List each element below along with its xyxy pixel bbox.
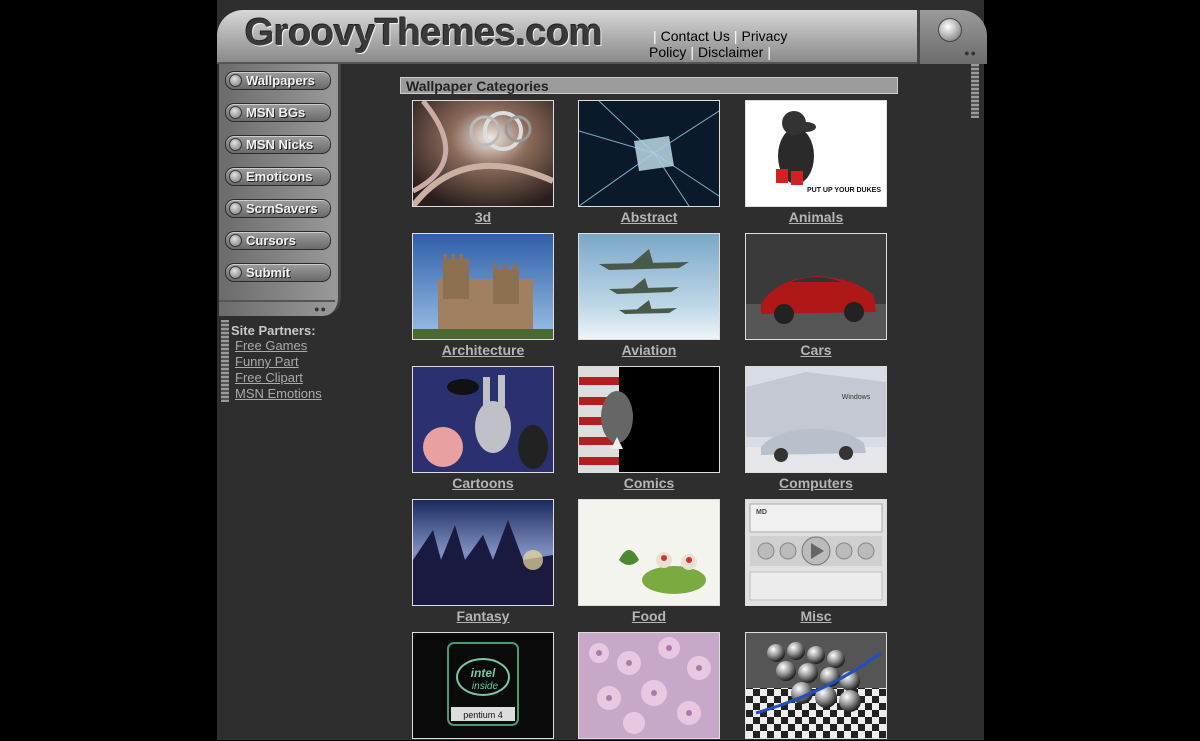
category-aviation[interactable]: Aviation	[578, 233, 720, 358]
category-label[interactable]: Cartoons	[412, 475, 554, 491]
left-rail	[221, 320, 229, 402]
category-fantasy[interactable]: Fantasy	[412, 499, 554, 624]
thumbnail-spheres[interactable]	[745, 632, 887, 739]
thumbnail-computers[interactable]: Windows	[745, 366, 887, 473]
misc-caption: MD	[756, 509, 767, 516]
dots-icon: ●●	[314, 304, 327, 314]
knob-icon	[938, 18, 962, 42]
category-3d[interactable]: 3d	[412, 100, 554, 225]
site-header: GroovyThemes.com | Contact Us | Privacy Pol…	[217, 10, 987, 64]
site-partners: Site Partners: Free Games Funny Part Fre…	[231, 323, 322, 402]
category-cars[interactable]: Cars	[745, 233, 887, 358]
nav-emoticons-button[interactable]: Emoticons	[225, 167, 331, 186]
nav-wallpapers-button[interactable]: Wallpapers	[225, 71, 331, 90]
category-label[interactable]: Abstract	[578, 209, 720, 225]
nav-footer: ●●	[219, 300, 335, 316]
thumbnail-architecture[interactable]	[412, 233, 554, 340]
bullet-icon	[229, 202, 242, 215]
nav-msn-nicks-button[interactable]: MSN Nicks	[225, 135, 331, 154]
thumbnail-abstract[interactable]	[578, 100, 720, 207]
nav-cursors-button[interactable]: Cursors	[225, 231, 331, 250]
category-header: Wallpaper Categories	[400, 77, 898, 94]
bullet-icon	[229, 234, 242, 247]
partner-link-free-clipart[interactable]: Free Clipart	[235, 370, 322, 386]
category-label[interactable]: Food	[578, 608, 720, 624]
category-tile[interactable]: intel inside pentium 4	[412, 632, 554, 741]
partner-link-funny-part[interactable]: Funny Part	[235, 354, 322, 370]
category-tile[interactable]	[745, 632, 887, 741]
category-cartoons[interactable]: Cartoons	[412, 366, 554, 491]
inside-text: inside	[472, 681, 499, 692]
partner-link-free-games[interactable]: Free Games	[235, 338, 322, 354]
thumbnail-flowers[interactable]	[578, 632, 720, 739]
category-label[interactable]: Architecture	[412, 342, 554, 358]
disclaimer-link[interactable]: Disclaimer	[698, 44, 763, 60]
bullet-icon	[229, 106, 242, 119]
category-abstract[interactable]: Abstract	[578, 100, 720, 225]
category-food[interactable]: Food	[578, 499, 720, 624]
header-bar: GroovyThemes.com | Contact Us | Privacy Pol…	[217, 10, 917, 64]
pentium-text: pentium 4	[463, 710, 503, 720]
category-label[interactable]: Animals	[745, 209, 887, 225]
category-label[interactable]: Misc	[745, 608, 887, 624]
thumbnail-intel[interactable]: intel inside pentium 4	[412, 632, 554, 739]
category-label[interactable]: Fantasy	[412, 608, 554, 624]
category-label[interactable]: Computers	[745, 475, 887, 491]
nav-msn-bgs-button[interactable]: MSN BGs	[225, 103, 331, 122]
computers-caption: Windows	[842, 394, 871, 401]
site-logo[interactable]: GroovyThemes.com	[245, 12, 603, 55]
right-rail	[971, 64, 979, 118]
sidebar-nav: Wallpapers MSN BGs MSN Nicks Emoticons S…	[219, 64, 341, 316]
intel-text: intel	[471, 666, 496, 680]
category-animals[interactable]: PUT UP YOUR DUKES Animals	[745, 100, 887, 225]
nav-scrnsavers-button[interactable]: ScrnSavers	[225, 199, 331, 218]
thumbnail-comics[interactable]	[578, 366, 720, 473]
bullet-icon	[229, 266, 242, 279]
partners-title: Site Partners:	[231, 323, 316, 338]
thumbnail-misc[interactable]: MD	[745, 499, 887, 606]
category-label[interactable]: Comics	[578, 475, 720, 491]
category-tile[interactable]	[578, 632, 720, 741]
dots-icon: ●●	[964, 48, 977, 58]
thumbnail-food[interactable]	[578, 499, 720, 606]
partner-link-msn-emotions[interactable]: MSN Emotions	[235, 386, 322, 402]
category-label[interactable]: Cars	[745, 342, 887, 358]
thumbnail-animals[interactable]: PUT UP YOUR DUKES	[745, 100, 887, 207]
category-architecture[interactable]: Architecture	[412, 233, 554, 358]
bullet-icon	[229, 138, 242, 151]
category-comics[interactable]: Comics	[578, 366, 720, 491]
animals-caption: PUT UP YOUR DUKES	[807, 187, 881, 194]
header-cap: ●●	[917, 10, 987, 64]
category-misc[interactable]: MD Misc	[745, 499, 887, 624]
nav-submit-button[interactable]: Submit	[225, 263, 331, 282]
thumbnail-cartoons[interactable]	[412, 366, 554, 473]
thumbnail-aviation[interactable]	[578, 233, 720, 340]
thumbnail-3d[interactable]	[412, 100, 554, 207]
category-label[interactable]: 3d	[412, 209, 554, 225]
thumbnail-cars[interactable]	[745, 233, 887, 340]
contact-us-link[interactable]: Contact Us	[661, 28, 730, 44]
thumbnail-fantasy[interactable]	[412, 499, 554, 606]
category-computers[interactable]: Windows Computers	[745, 366, 887, 491]
category-label[interactable]: Aviation	[578, 342, 720, 358]
bullet-icon	[229, 170, 242, 183]
bullet-icon	[229, 74, 242, 87]
top-links: | Contact Us | Privacy Policy | Disclaimer |	[649, 28, 788, 60]
